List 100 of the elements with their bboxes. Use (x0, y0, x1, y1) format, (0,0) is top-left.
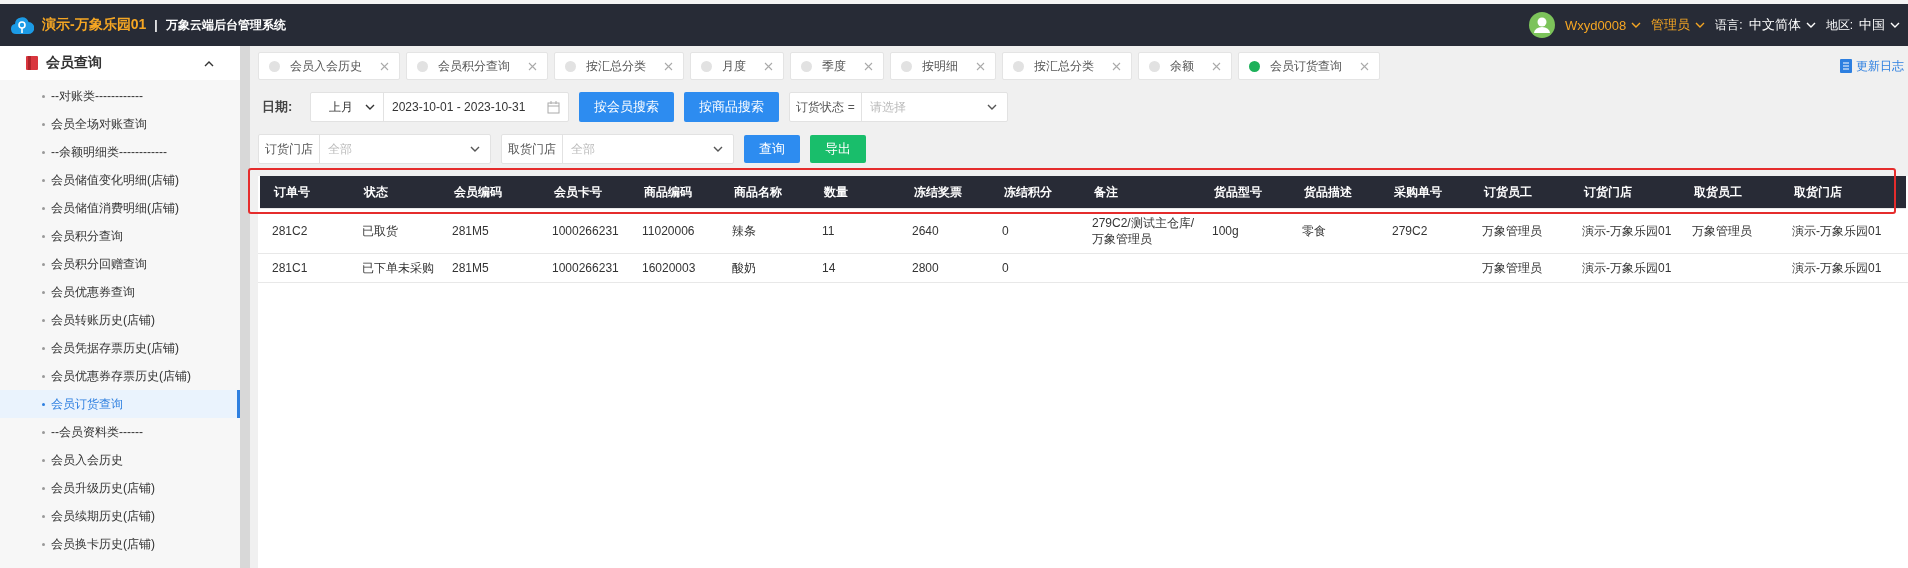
sidebar-item[interactable]: 会员续期历史(店铺) (0, 502, 240, 530)
role-menu[interactable]: 管理员 (1651, 16, 1706, 34)
tab[interactable]: 月度 (690, 52, 784, 80)
sidebar-item[interactable]: 会员优惠券存票历史(店铺) (0, 362, 240, 390)
table-cell-text: 酸奶 (731, 260, 757, 277)
close-icon (976, 61, 985, 71)
date-label: 日期: (262, 98, 294, 116)
tab[interactable]: 会员入会历史 (258, 52, 400, 80)
close-icon (1112, 61, 1121, 71)
sidebar-item[interactable]: --余额明细类------------ (0, 138, 240, 166)
language-label: 语言: (1715, 16, 1743, 34)
table-cell-text: 已下单未采购 (361, 260, 435, 277)
avatar-icon (1528, 12, 1555, 38)
close-icon (380, 61, 389, 71)
sidebar-item[interactable]: 会员全场对账查询 (0, 110, 240, 138)
table-cell-text: 281M5 (451, 223, 490, 240)
sidebar-item[interactable]: 会员储值变化明细(店铺) (0, 166, 240, 194)
close-icon (528, 61, 537, 71)
table-cell-text: 11 (821, 223, 836, 240)
column-header: 冻结积分 (1003, 183, 1053, 201)
table-cell-text: 16020003 (641, 260, 697, 277)
caret-icon (1695, 22, 1706, 28)
tab[interactable]: 会员积分查询 (406, 52, 548, 80)
caret-icon (1890, 22, 1900, 28)
changelog-link[interactable]: 更新日志 (1840, 57, 1904, 75)
column-header: 会员卡号 (553, 183, 603, 201)
table-cell-text: 0 (1001, 223, 1010, 240)
region-menu[interactable]: 中国 (1859, 16, 1900, 34)
column-header: 订货员工 (1482, 183, 1533, 201)
table-cell-text: 1000266231 (551, 223, 620, 240)
close-icon (864, 61, 873, 71)
sidebar-item[interactable]: 会员储值消费明细(店铺) (0, 194, 240, 222)
sidebar-item[interactable]: 会员订货查询 (0, 390, 240, 418)
column-header: 状态 (362, 183, 389, 201)
column-header: 数量 (823, 183, 849, 201)
column-header: 货品型号 (1213, 183, 1263, 201)
table-cell-text: 辣条 (731, 223, 757, 240)
close-icon (664, 61, 673, 71)
column-header: 订单号 (272, 183, 311, 201)
caret-icon (1631, 22, 1642, 28)
sidebar-section-header[interactable]: 会员查询 (0, 46, 240, 80)
site-name: 演示-万象乐园01 (42, 16, 147, 34)
column-header: 冻结奖票 (913, 183, 963, 201)
system-name: 万象云端后台管理系统 (165, 16, 286, 34)
close-icon (1360, 61, 1369, 71)
table-cell-text: 281C1 (271, 260, 309, 277)
column-header: 取货员工 (1693, 183, 1743, 201)
language-menu[interactable]: 中文简体 (1748, 16, 1816, 34)
column-header: 会员编码 (453, 183, 503, 201)
table-cell-text: 11020006 (641, 223, 696, 240)
column-header: 商品名称 (733, 183, 783, 201)
table-cell-text: 279C2 (1391, 223, 1429, 240)
sidebar-item[interactable]: --对账类------------ (0, 82, 240, 110)
table-cell-text: 281M5 (451, 260, 490, 277)
table-cell-text: 0 (1001, 260, 1010, 277)
table-cell-text: 演示-万象乐园01 (1581, 223, 1673, 240)
table-cell-text: 2640 (911, 223, 940, 240)
close-icon (1212, 61, 1221, 71)
table-cell-text: 1000266231 (551, 260, 620, 277)
table-cell-text: 演示-万象乐园01 (1791, 223, 1883, 240)
table-cell-text: 2800 (911, 260, 940, 277)
document-icon (1840, 59, 1852, 73)
cloud-logo-icon (10, 14, 34, 36)
tab[interactable]: 按明细 (890, 52, 996, 80)
table-cell-text: 万象管理员 (1481, 223, 1543, 240)
table-cell-text: 100g (1211, 223, 1240, 240)
sidebar-item[interactable]: 会员转账历史(店铺) (0, 306, 240, 334)
table-cell-text: 演示-万象乐园01 (1581, 260, 1673, 277)
column-header: 订货门店 (1582, 183, 1633, 201)
column-header: 商品编码 (643, 183, 693, 201)
scrollbar[interactable] (240, 46, 250, 568)
column-header: 采购单号 (1393, 183, 1443, 201)
tab[interactable]: 按汇总分类 (554, 52, 684, 80)
table-cell-text: 279C2/测试主仓库/万象管理员 (1091, 215, 1196, 248)
close-icon (764, 61, 773, 71)
sidebar-item[interactable]: 会员优惠券查询 (0, 278, 240, 306)
region-label: 地区: (1825, 16, 1853, 34)
table-cell-text: 已取货 (361, 223, 399, 240)
column-header: 备注 (1093, 183, 1119, 201)
user-menu[interactable]: Wxyd0008 (1564, 17, 1642, 33)
table-cell-text: 281C2 (271, 223, 309, 240)
tab[interactable]: 会员订货查询 (1238, 52, 1380, 80)
table-cell-text: 演示-万象乐园01 (1791, 260, 1883, 277)
table-cell-text: 零食 (1301, 223, 1327, 240)
sidebar-item[interactable]: 会员换卡历史(店铺) (0, 530, 240, 558)
tab[interactable]: 余额 (1138, 52, 1232, 80)
tab[interactable]: 按汇总分类 (1002, 52, 1132, 80)
column-header: 货品描述 (1303, 183, 1353, 201)
sidebar-item[interactable]: 会员积分查询 (0, 222, 240, 250)
separator: | (154, 18, 158, 32)
sidebar-item[interactable]: 会员升级历史(店铺) (0, 474, 240, 502)
sidebar-item[interactable]: 会员入会历史 (0, 446, 240, 474)
tab[interactable]: 季度 (790, 52, 884, 80)
table-cell-text: 14 (821, 260, 837, 277)
sidebar-item[interactable]: --会员资料类------ (0, 418, 240, 446)
book-icon (26, 56, 38, 70)
sidebar-item[interactable]: 会员积分回赠查询 (0, 250, 240, 278)
caret-icon (1805, 22, 1816, 28)
table-cell-text: 万象管理员 (1691, 223, 1753, 240)
sidebar-item[interactable]: 会员凭据存票历史(店铺) (0, 334, 240, 362)
